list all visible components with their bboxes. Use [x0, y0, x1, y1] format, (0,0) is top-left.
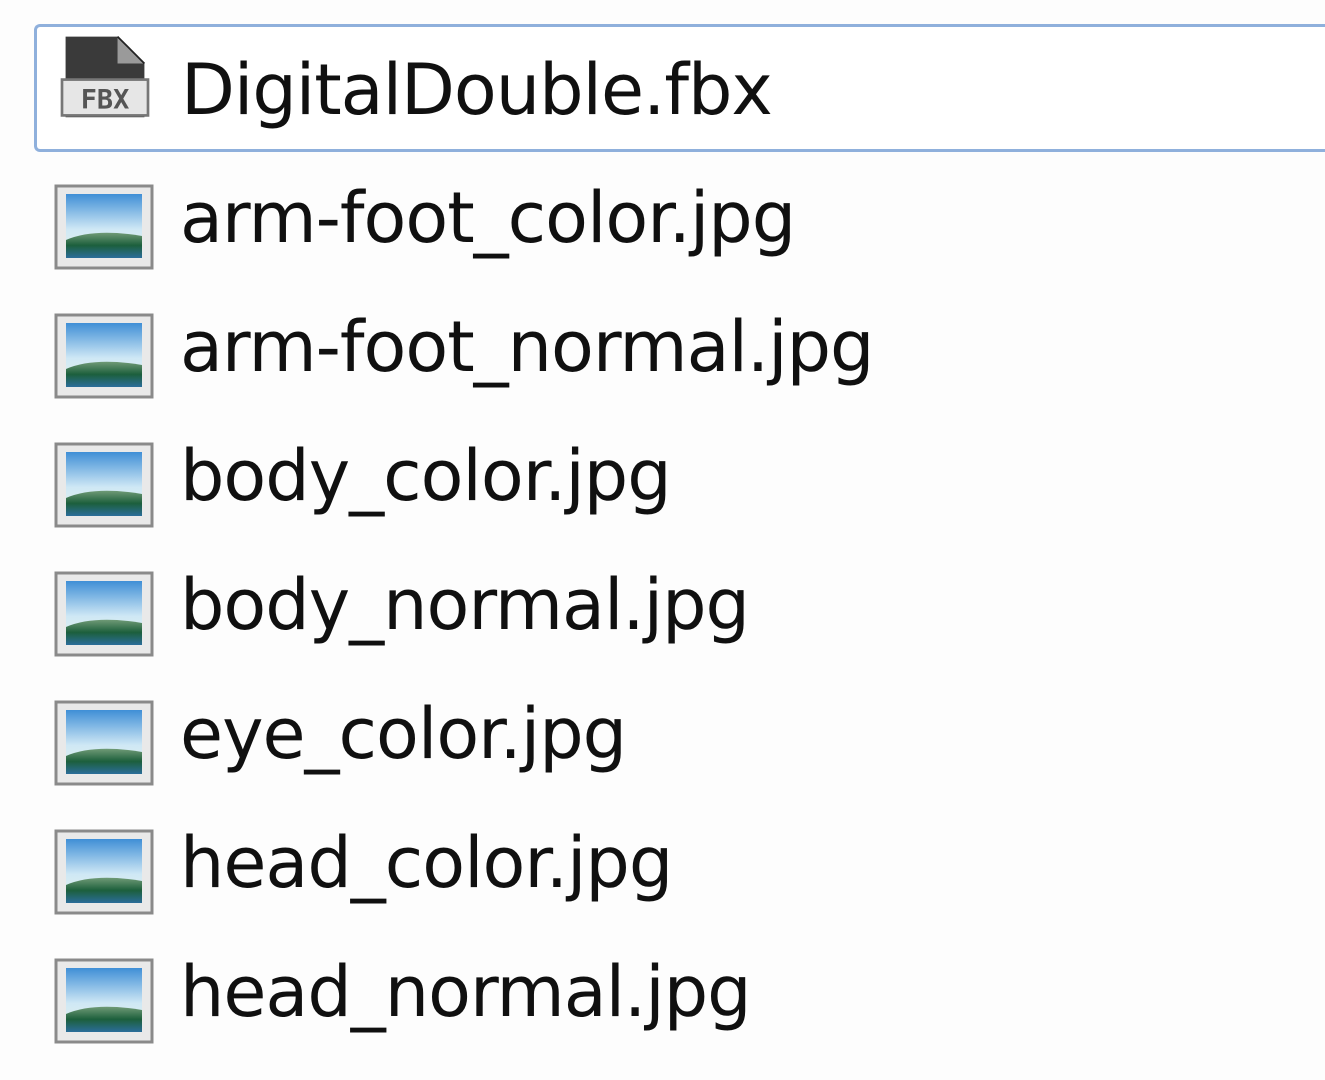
file-name: head_normal.jpg — [180, 951, 752, 1033]
file-item-eye-color[interactable]: eye_color.jpg — [34, 670, 1325, 798]
image-file-icon — [54, 700, 154, 786]
file-item-digitaldouble-fbx[interactable]: FBX DigitalDouble.fbx — [34, 24, 1325, 152]
image-file-icon — [54, 829, 154, 915]
file-name: body_normal.jpg — [180, 564, 750, 646]
fbx-file-icon: FBX — [60, 35, 150, 118]
image-file-icon — [54, 571, 154, 657]
image-file-icon — [54, 442, 154, 528]
file-item-body-color[interactable]: body_color.jpg — [34, 412, 1325, 540]
image-file-icon — [54, 958, 154, 1044]
file-name: head_color.jpg — [180, 822, 673, 904]
file-item-arm-foot-color[interactable]: arm-foot_color.jpg — [34, 154, 1325, 282]
file-name: arm-foot_normal.jpg — [180, 306, 874, 388]
image-file-icon — [54, 313, 154, 399]
file-name: DigitalDouble.fbx — [181, 49, 773, 131]
file-name: body_color.jpg — [180, 435, 672, 517]
file-name: arm-foot_color.jpg — [180, 177, 796, 259]
file-item-head-normal[interactable]: head_normal.jpg — [34, 928, 1325, 1056]
image-file-icon — [54, 184, 154, 270]
file-item-body-normal[interactable]: body_normal.jpg — [34, 541, 1325, 669]
file-item-arm-foot-normal[interactable]: arm-foot_normal.jpg — [34, 283, 1325, 411]
file-item-head-color[interactable]: head_color.jpg — [34, 799, 1325, 927]
file-name: eye_color.jpg — [180, 693, 627, 775]
svg-text:FBX: FBX — [81, 84, 130, 115]
file-list: FBX DigitalDouble.fbx arm-foot_color.jpg… — [0, 0, 1325, 1080]
